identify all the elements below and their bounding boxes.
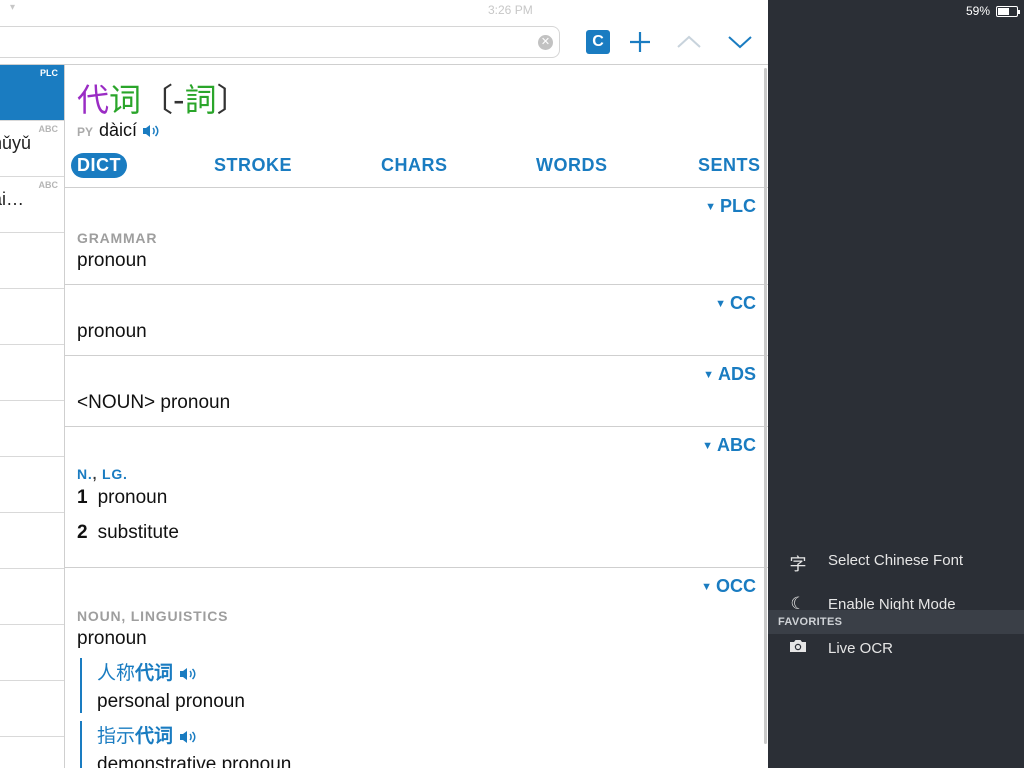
example-sentence: 人称代词 personal pronoun [80, 658, 245, 713]
dictionary-app: ▾ 3:26 PM ✕ C PLC ABC nǔyǔ ABC ài… 代词〔-詞〕 PY… [0, 0, 768, 768]
speaker-icon[interactable] [179, 667, 197, 681]
previous-entry-button[interactable] [676, 29, 702, 55]
search-input[interactable] [5, 31, 505, 53]
side-menu: 59% 字 Select Chinese Font ☾ Enable Night… [768, 0, 1024, 768]
speaker-icon[interactable] [142, 124, 160, 138]
pinyin: dàicí [99, 120, 138, 140]
example-sentence: 指示代词 demonstrative pronoun [80, 721, 291, 768]
menu-item-label: Live OCR [828, 640, 894, 657]
triangle-icon: ▼ [703, 369, 714, 381]
pos-label: N., LG. [77, 466, 128, 482]
speaker-icon[interactable] [179, 730, 197, 744]
source-occ-toggle[interactable]: ▼ OCC [701, 576, 756, 597]
example-english: demonstrative pronoun [97, 754, 292, 768]
list-item[interactable] [0, 289, 64, 345]
grammar-label: GRAMMAR [77, 230, 158, 246]
list-item[interactable]: ABC nǔyǔ [0, 121, 64, 177]
definition: pronoun [77, 628, 147, 649]
example-chinese: 人称代词 [97, 658, 245, 685]
pos-label: NOUN, LINGUISTICS [77, 608, 229, 624]
add-button[interactable] [627, 29, 653, 55]
definition: pronoun [77, 321, 147, 342]
source-abc-toggle[interactable]: ▼ ABC [702, 435, 756, 456]
list-item[interactable] [0, 737, 64, 768]
triangle-icon: ▼ [705, 201, 716, 213]
triangle-icon: ▼ [701, 581, 712, 593]
scrollbar[interactable] [764, 68, 767, 744]
source-plc-toggle[interactable]: ▼ PLC [705, 196, 756, 217]
list-item[interactable] [0, 457, 64, 513]
headword: 代词〔-詞〕 [77, 75, 249, 121]
clear-search-icon[interactable]: ✕ [538, 35, 553, 50]
source-cc-toggle[interactable]: ▼ CC [715, 293, 756, 314]
tab-stroke[interactable]: STROKE [214, 155, 292, 176]
triangle-icon: ▼ [702, 440, 713, 452]
headword-char-2: 词 [109, 81, 142, 119]
definition: pronoun [77, 250, 147, 271]
triangle-icon: ▼ [715, 298, 726, 310]
list-item[interactable] [0, 233, 64, 289]
results-list[interactable]: PLC ABC nǔyǔ ABC ài… [0, 65, 64, 768]
font-character-icon: 字 [789, 555, 807, 575]
wifi-icon: ▾ [10, 2, 16, 13]
list-item[interactable] [0, 625, 64, 681]
menu-item-live-ocr[interactable]: Live OCR [768, 628, 1024, 668]
headword-char-1: 代 [77, 81, 110, 119]
list-item[interactable] [0, 569, 64, 625]
example-chinese: 指示代词 [97, 721, 291, 748]
section-abc: ▼ ABC N., LG. 1 pronoun 2 substitute [65, 427, 768, 568]
search-bar[interactable]: ✕ [0, 26, 560, 58]
list-item-text: ài… [0, 189, 25, 209]
list-item[interactable] [0, 681, 64, 737]
source-ads-toggle[interactable]: ▼ ADS [703, 364, 756, 385]
status-bar: ▾ 3:26 PM [0, 0, 768, 20]
list-item[interactable]: ABC ài… [0, 177, 64, 233]
section-occ: ▼ OCC NOUN, LINGUISTICS pronoun 人称代词 pers… [65, 568, 768, 768]
chevron-up-icon [677, 35, 701, 48]
moon-icon: ☾ [790, 594, 806, 610]
entry-detail: 代词〔-詞〕 PY dàicí DICT STROKE CHARS WORDS S… [65, 65, 768, 768]
headword-traditional: 詞 [184, 81, 217, 119]
tab-words[interactable]: WORDS [536, 155, 608, 176]
dictionary-tag: ABC [38, 124, 59, 134]
battery-icon [996, 5, 1020, 17]
dictionary-tag: ABC [38, 180, 59, 190]
list-item[interactable] [0, 513, 64, 569]
menu-item-label: Enable Night Mode [828, 596, 956, 610]
list-item[interactable] [0, 401, 64, 457]
list-item[interactable]: PLC [0, 65, 64, 121]
toolbar: ✕ C [0, 20, 768, 64]
menu-item-enable-night-mode[interactable]: ☾ Enable Night Mode [768, 584, 1024, 610]
numbered-definition: 2 substitute [77, 522, 179, 543]
status-time: 3:26 PM [488, 3, 533, 17]
example-english: personal pronoun [97, 691, 245, 712]
section-cc: ▼ CC pronoun [65, 285, 768, 356]
tab-dict[interactable]: DICT [71, 153, 127, 178]
section-plc: ▼ PLC GRAMMAR pronoun [65, 188, 768, 285]
definition: <NOUN> pronoun [77, 392, 231, 413]
menu-item-label: Select Chinese Font [828, 552, 964, 569]
headword-trad-open: 〔- [141, 81, 185, 119]
menu-item-select-chinese-font[interactable]: 字 Select Chinese Font [768, 540, 1024, 580]
headword-trad-close: 〕 [216, 81, 249, 119]
list-item[interactable] [0, 345, 64, 401]
numbered-definition: 1 pronoun [77, 487, 168, 508]
clipboard-reader-button[interactable]: C [586, 30, 610, 54]
tab-sents[interactable]: SENTS [698, 155, 761, 176]
tab-chars[interactable]: CHARS [381, 155, 448, 176]
camera-icon [788, 638, 808, 658]
chevron-down-icon [728, 36, 752, 49]
entry-tabs: DICT STROKE CHARS WORDS SENTS [65, 153, 768, 187]
battery-percent: 59% [965, 4, 990, 18]
battery-indicator: 59% [965, 4, 1020, 18]
section-ads: ▼ ADS <NOUN> pronoun [65, 356, 768, 427]
dictionary-tag: PLC [40, 68, 58, 78]
next-entry-button[interactable] [727, 29, 753, 55]
plus-icon [630, 32, 650, 52]
py-label: PY [77, 125, 94, 139]
list-item-text: nǔyǔ [0, 133, 32, 153]
pinyin-row: PY dàicí [77, 120, 160, 141]
